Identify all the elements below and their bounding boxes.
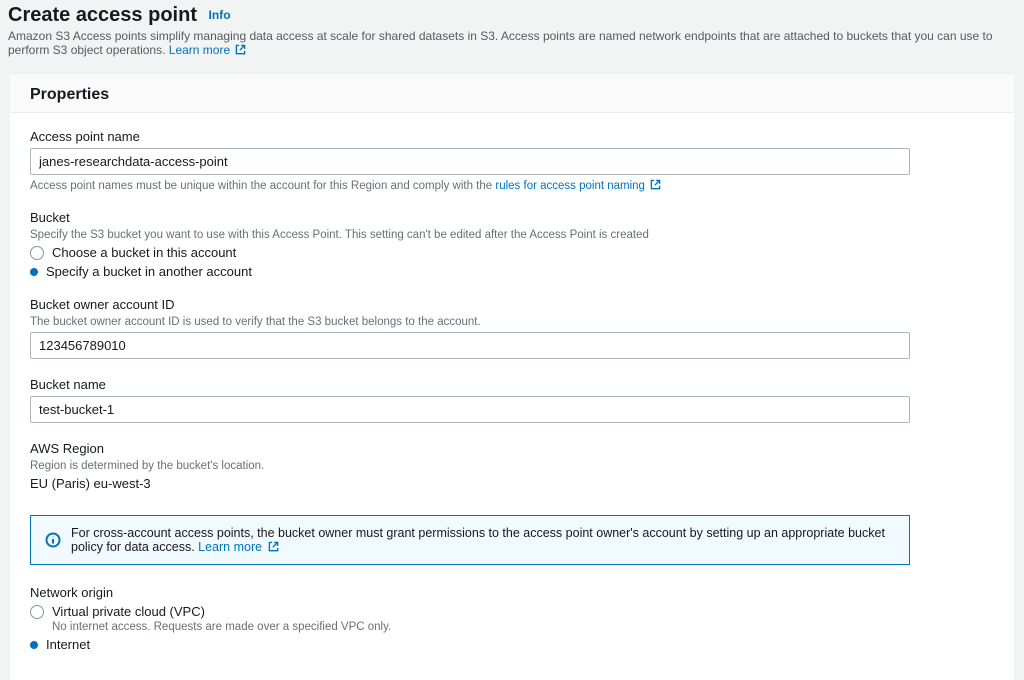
region-value: EU (Paris) eu-west-3 [30,476,994,491]
radio-checked-icon [30,641,38,649]
panel-header: Properties [10,74,1014,113]
region-hint: Region is determined by the bucket's loc… [30,460,994,472]
panel-body: Access point name Access point names mus… [10,113,1014,680]
bucket-other-account-radio[interactable]: Specify a bucket in another account [30,264,994,279]
radio-unchecked-icon [30,246,44,260]
properties-panel: Properties Access point name Access poin… [10,73,1014,680]
owner-id-input[interactable] [30,332,910,359]
access-point-name-hint-text: Access point names must be unique within… [30,180,495,192]
network-internet-label: Internet [46,637,90,652]
learn-more-text: Learn more [169,43,230,57]
bucket-other-account-label: Specify a bucket in another account [46,264,252,279]
external-link-icon [268,541,279,552]
info-link[interactable]: Info [209,8,231,22]
page-description: Amazon S3 Access points simplify managin… [8,29,1016,57]
bucket-name-field: Bucket name [30,377,994,423]
region-field: AWS Region Region is determined by the b… [30,441,994,491]
bucket-this-account-radio[interactable]: Choose a bucket in this account [30,245,994,260]
owner-id-hint: The bucket owner account ID is used to v… [30,316,994,328]
access-point-name-field: Access point name Access point names mus… [30,129,994,192]
external-link-icon [235,44,246,55]
network-internet-radio[interactable]: Internet [30,637,994,652]
alert-learn-more-text: Learn more [198,540,262,554]
owner-id-field: Bucket owner account ID The bucket owner… [30,297,994,359]
radio-unchecked-icon [30,605,44,619]
network-origin-label: Network origin [30,585,994,600]
naming-rules-link[interactable]: rules for access point naming [495,180,661,192]
page-title-text: Create access point [8,4,197,26]
learn-more-link[interactable]: Learn more [169,43,247,57]
access-point-name-input[interactable] [30,148,910,175]
bucket-field: Bucket Specify the S3 bucket you want to… [30,210,994,279]
alert-text: For cross-account access points, the buc… [71,526,895,554]
info-icon [45,532,61,548]
alert-learn-more-link[interactable]: Learn more [198,540,278,554]
network-vpc-sub: No internet access. Requests are made ov… [52,621,994,633]
bucket-name-input[interactable] [30,396,910,423]
naming-rules-link-text: rules for access point naming [495,180,645,192]
access-point-name-label: Access point name [30,129,994,144]
owner-id-label: Bucket owner account ID [30,297,994,312]
network-vpc-label: Virtual private cloud (VPC) [52,604,205,619]
bucket-hint: Specify the S3 bucket you want to use wi… [30,229,994,241]
bucket-name-label: Bucket name [30,377,994,392]
region-label: AWS Region [30,441,994,456]
network-origin-field: Network origin Virtual private cloud (VP… [30,585,994,652]
alert-text-content: For cross-account access points, the buc… [71,526,885,554]
page-title: Create access point Info [8,4,1016,27]
bucket-this-account-label: Choose a bucket in this account [52,245,236,260]
cross-account-alert: For cross-account access points, the buc… [30,515,910,565]
access-point-name-hint: Access point names must be unique within… [30,179,994,192]
panel-title: Properties [30,86,994,104]
page-header: Create access point Info Amazon S3 Acces… [0,0,1024,67]
network-vpc-radio[interactable]: Virtual private cloud (VPC) [30,604,994,619]
external-link-icon [650,179,661,190]
page-description-text: Amazon S3 Access points simplify managin… [8,29,993,57]
radio-checked-icon [30,268,38,276]
bucket-label: Bucket [30,210,994,225]
